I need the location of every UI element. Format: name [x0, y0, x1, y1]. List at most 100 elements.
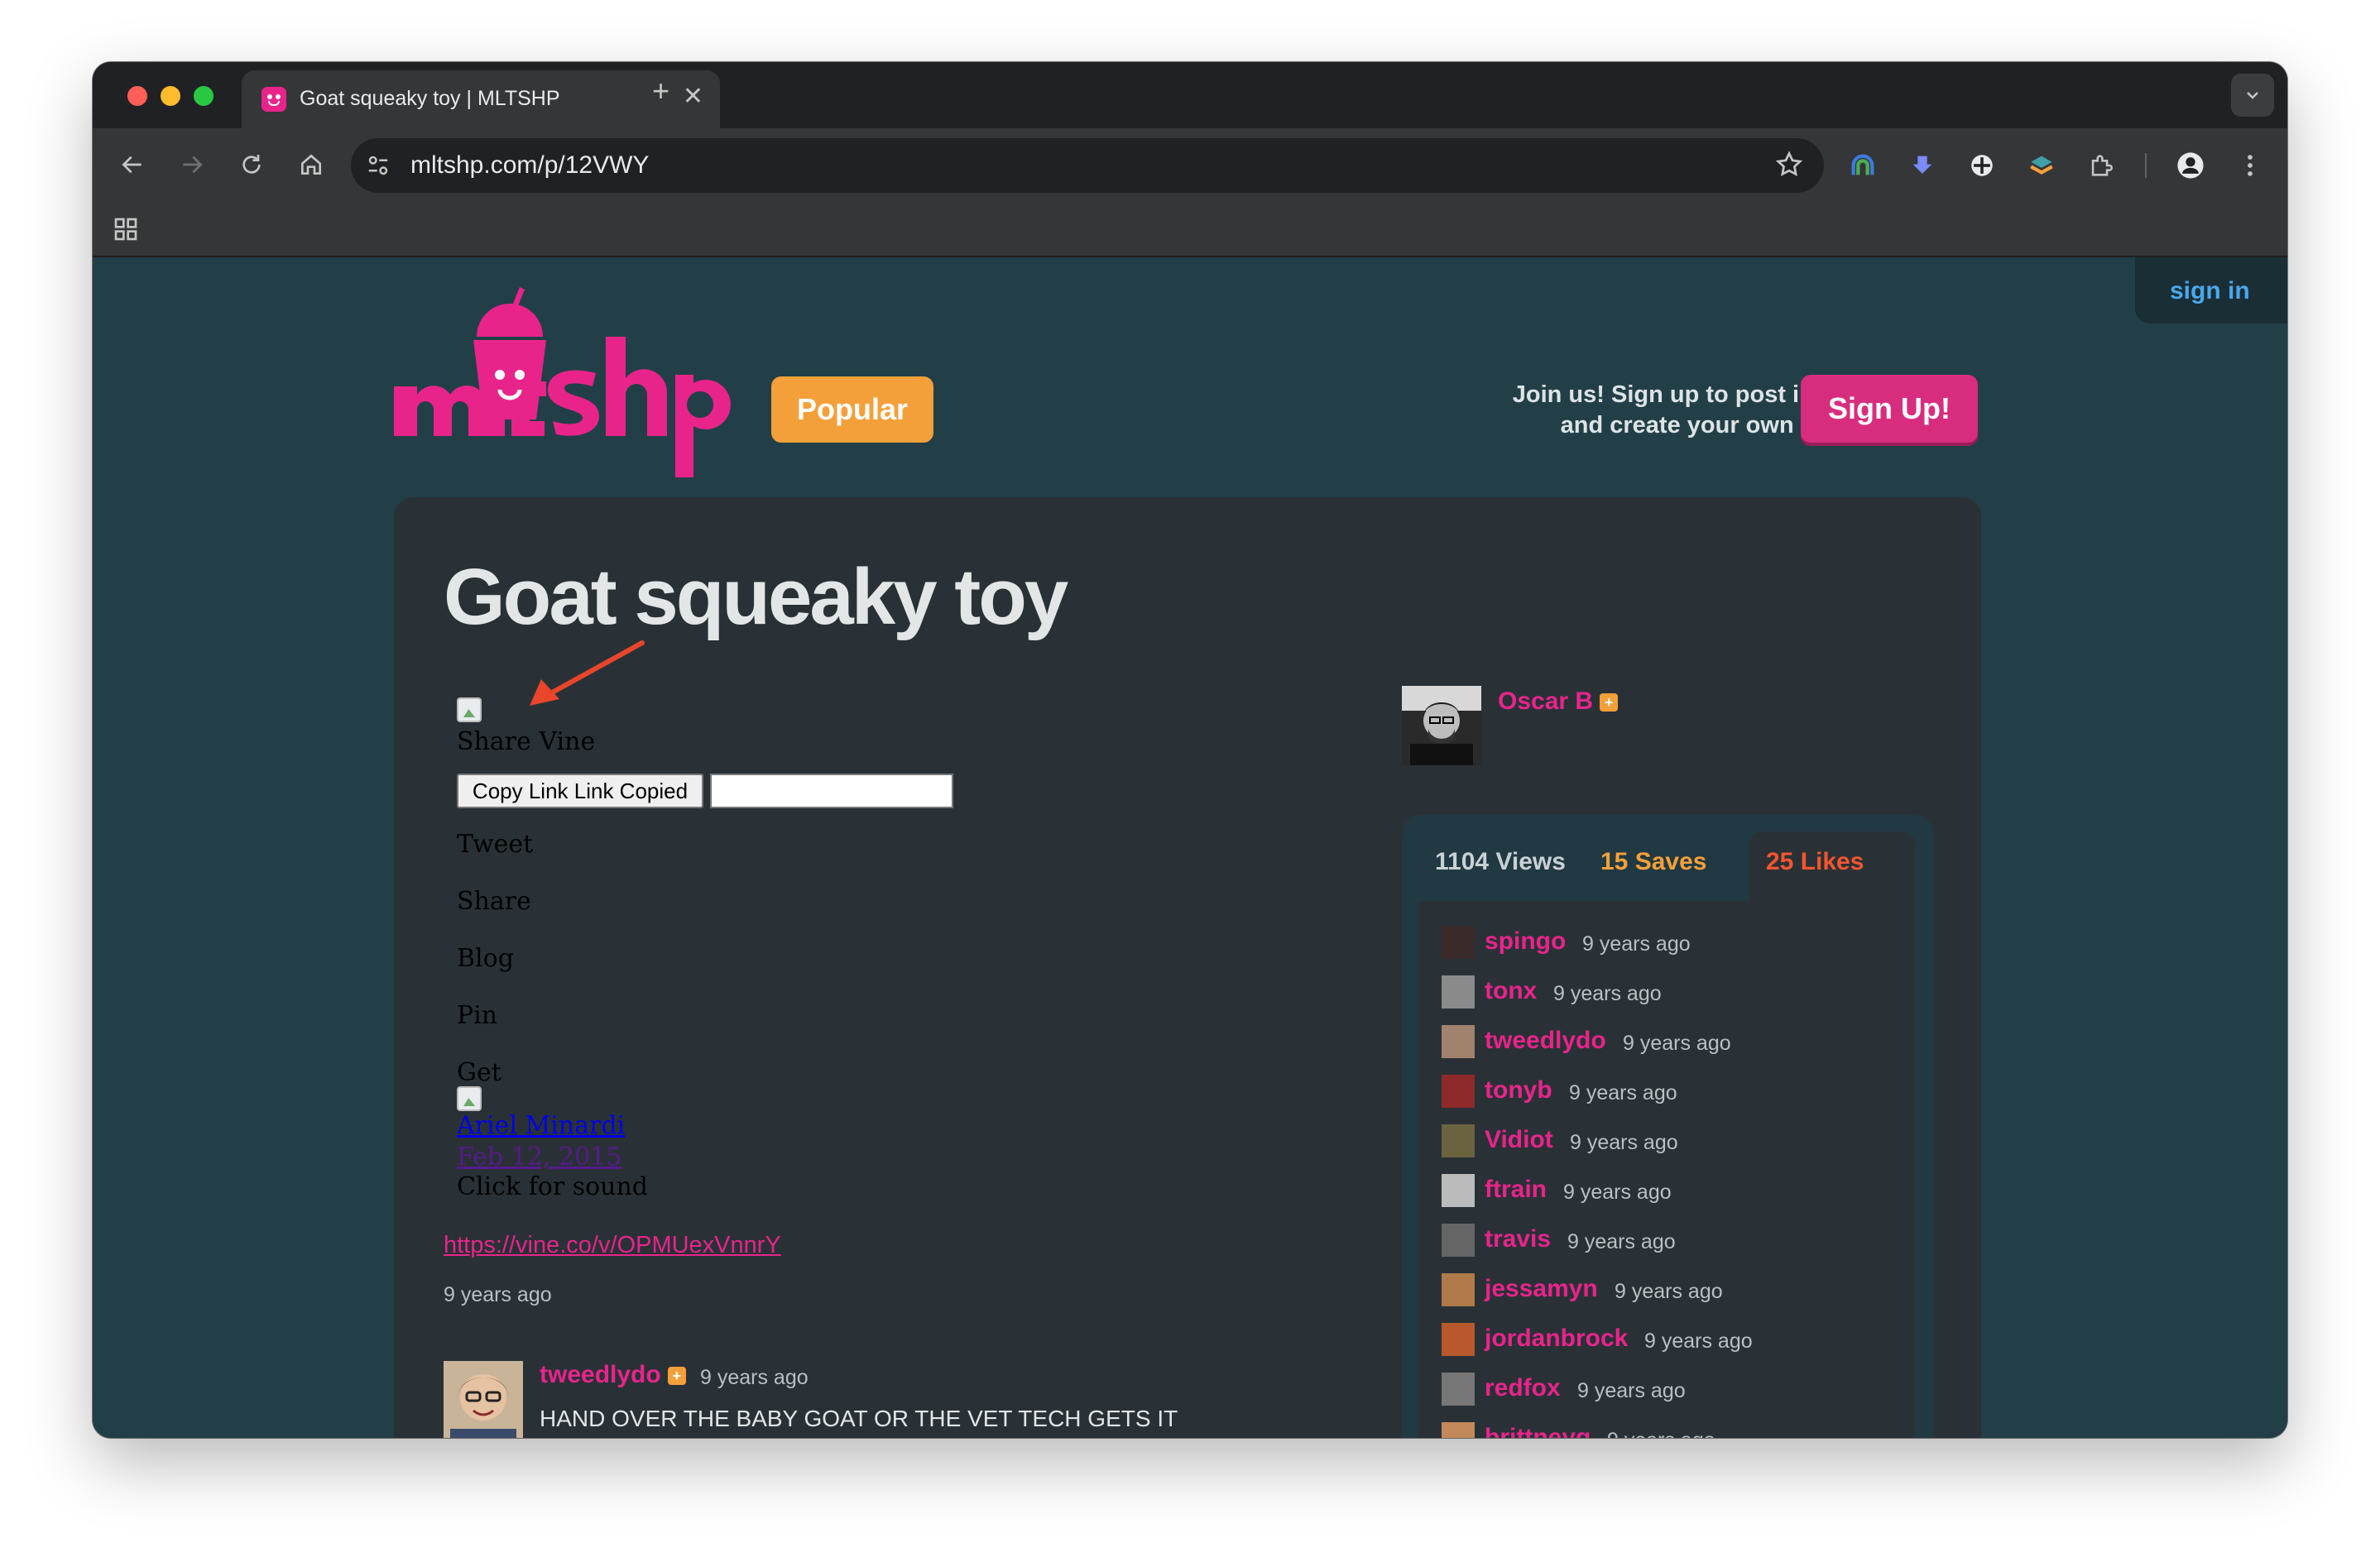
author-name-text[interactable]: Oscar B [1498, 688, 1593, 715]
like-item: Vidiot 9 years ago [1442, 1124, 1905, 1161]
like-item: tonyb 9 years ago [1442, 1075, 1905, 1111]
sign-up-button[interactable]: Sign Up! [1801, 375, 1978, 443]
liker-username[interactable]: jordanbrock [1485, 1325, 1628, 1353]
back-button[interactable] [114, 146, 151, 183]
browser-toolbar: mltshp.com/p/12VWY [93, 128, 2287, 201]
browser-tab-active[interactable]: Goat squeaky toy | MLTSHP ✕ [242, 70, 720, 128]
likes-list: spingo 9 years ago tonx 9 years ago twee… [1418, 901, 1915, 1438]
like-item: redfox 9 years ago [1442, 1373, 1905, 1409]
liker-avatar[interactable] [1442, 1124, 1475, 1157]
tab-title: Goat squeaky toy | MLTSHP [300, 87, 560, 110]
pin-link[interactable]: Pin [457, 1001, 497, 1030]
profile-icon[interactable] [2171, 146, 2208, 183]
reload-button[interactable] [233, 146, 270, 183]
globe-extension-icon[interactable] [1963, 146, 1999, 183]
author-avatar[interactable] [1402, 686, 1481, 765]
post-timestamp: 9 years ago [444, 1283, 552, 1306]
close-window-button[interactable] [127, 86, 147, 106]
bookmark-star-icon[interactable] [1774, 150, 1804, 180]
comment: tweedlydo + 9 years ago HAND OVER THE BAB… [444, 1361, 1271, 1438]
copy-link-row: Copy Link Link Copied [457, 774, 953, 810]
home-icon [301, 154, 321, 175]
mltshp-favicon-icon [262, 87, 286, 112]
share-link[interactable]: Share [457, 887, 531, 916]
like-item: spingo 9 years ago [1442, 926, 1905, 962]
liker-avatar[interactable] [1442, 1224, 1475, 1257]
liker-username[interactable]: redfox [1485, 1374, 1561, 1402]
vine-embed: Share Vine Tweet Share Blog Pin Get Arie… [457, 697, 655, 1197]
home-button[interactable] [293, 146, 329, 183]
liker-avatar[interactable] [1442, 1075, 1475, 1108]
comment-username-text[interactable]: tweedlydo [540, 1361, 661, 1388]
liker-username[interactable]: spingo [1485, 927, 1566, 956]
browser-menu-icon[interactable] [2231, 146, 2267, 183]
likes-tab[interactable]: 25 Likes [1749, 831, 1915, 901]
extensions-puzzle-icon[interactable] [2082, 146, 2118, 183]
url-text: mltshp.com/p/12VWY [410, 151, 650, 179]
liker-avatar[interactable] [1442, 1323, 1475, 1356]
post-title: Goat squeaky toy [444, 553, 1068, 641]
tab-search-button[interactable] [2231, 74, 2274, 117]
new-tab-button[interactable]: + [652, 74, 669, 108]
liker-username[interactable]: travis [1485, 1225, 1551, 1253]
liker-username[interactable]: ftrain [1485, 1176, 1547, 1204]
layers-extension-icon[interactable] [2023, 146, 2059, 183]
address-bar[interactable]: mltshp.com/p/12VWY [351, 138, 1824, 193]
liker-avatar[interactable] [1442, 975, 1475, 1009]
copy-link-button[interactable]: Copy Link Link Copied [457, 774, 703, 808]
liker-avatar[interactable] [1442, 1422, 1475, 1438]
liker-username[interactable]: Vidiot [1485, 1126, 1553, 1154]
tab-close-icon[interactable]: ✕ [683, 82, 703, 111]
blog-link[interactable]: Blog [457, 944, 514, 973]
like-item: brittneyg 9 years ago [1442, 1422, 1905, 1438]
mltshp-logo[interactable] [394, 287, 750, 477]
rainbow-extension-icon[interactable] [1844, 146, 1880, 183]
like-item: tonx 9 years ago [1442, 975, 1905, 1012]
web-page: sign in Popular Join us! Sign up to post… [93, 257, 2287, 1438]
liker-username[interactable]: tweedlydo [1485, 1027, 1606, 1055]
tweet-link[interactable]: Tweet [457, 830, 533, 859]
like-timestamp: 9 years ago [1582, 932, 1691, 956]
minimize-window-button[interactable] [161, 86, 180, 106]
like-timestamp: 9 years ago [1623, 1032, 1731, 1055]
broken-image-icon [457, 697, 482, 722]
liker-avatar[interactable] [1442, 1273, 1475, 1306]
zoom-window-button[interactable] [194, 86, 214, 106]
site-settings-icon[interactable] [366, 153, 391, 178]
author-name[interactable]: Oscar B + [1498, 688, 1619, 716]
toolbar-divider [2145, 153, 2147, 178]
browser-window: Goat squeaky toy | MLTSHP ✕ + mltshp.com… [93, 62, 2287, 1438]
popular-button[interactable]: Popular [771, 376, 933, 443]
liker-username[interactable]: tonyb [1485, 1076, 1552, 1104]
liker-avatar[interactable] [1442, 1025, 1475, 1058]
get-link[interactable]: Get [457, 1058, 501, 1087]
views-count: 1104 Views [1435, 848, 1566, 875]
comment-username[interactable]: tweedlydo + [540, 1361, 686, 1389]
likes-count[interactable]: 25 Likes [1766, 848, 1864, 876]
stats-panel: 1104 Views 15 Saves 25 Likes spingo 9 ye… [1402, 815, 1933, 1438]
liker-username[interactable]: brittneyg [1485, 1424, 1591, 1438]
post-card: Goat squeaky toy Share Vine Tweet Share … [394, 497, 1981, 1438]
vine-date-link[interactable]: Feb 12, 2015 [457, 1143, 621, 1172]
liker-username[interactable]: jessamyn [1485, 1275, 1598, 1303]
comment-avatar[interactable] [444, 1361, 523, 1438]
like-timestamp: 9 years ago [1577, 1379, 1686, 1402]
like-timestamp: 9 years ago [1567, 1230, 1676, 1253]
tab-strip: Goat squeaky toy | MLTSHP ✕ + [93, 62, 2287, 128]
liker-avatar[interactable] [1442, 926, 1475, 959]
liker-avatar[interactable] [1442, 1174, 1475, 1207]
liker-username[interactable]: tonx [1485, 977, 1537, 1005]
sign-in-link[interactable]: sign in [2170, 277, 2250, 305]
source-url-link[interactable]: https://vine.co/v/OPMUexVnnrY [444, 1232, 781, 1259]
sign-in-tab[interactable]: sign in [2135, 257, 2287, 323]
like-timestamp: 9 years ago [1607, 1429, 1715, 1438]
apps-grid-icon[interactable] [113, 216, 139, 242]
click-for-sound-label[interactable]: Click for sound [457, 1172, 648, 1197]
embed-link-input[interactable] [710, 774, 953, 808]
forward-button[interactable] [174, 146, 210, 183]
download-extension-icon[interactable] [1903, 146, 1940, 183]
liker-avatar[interactable] [1442, 1373, 1475, 1406]
saves-tab[interactable]: 15 Saves [1600, 848, 1706, 876]
vine-author-link[interactable]: Ariel Minardi [457, 1111, 625, 1140]
chevron-down-icon [2247, 92, 2258, 99]
